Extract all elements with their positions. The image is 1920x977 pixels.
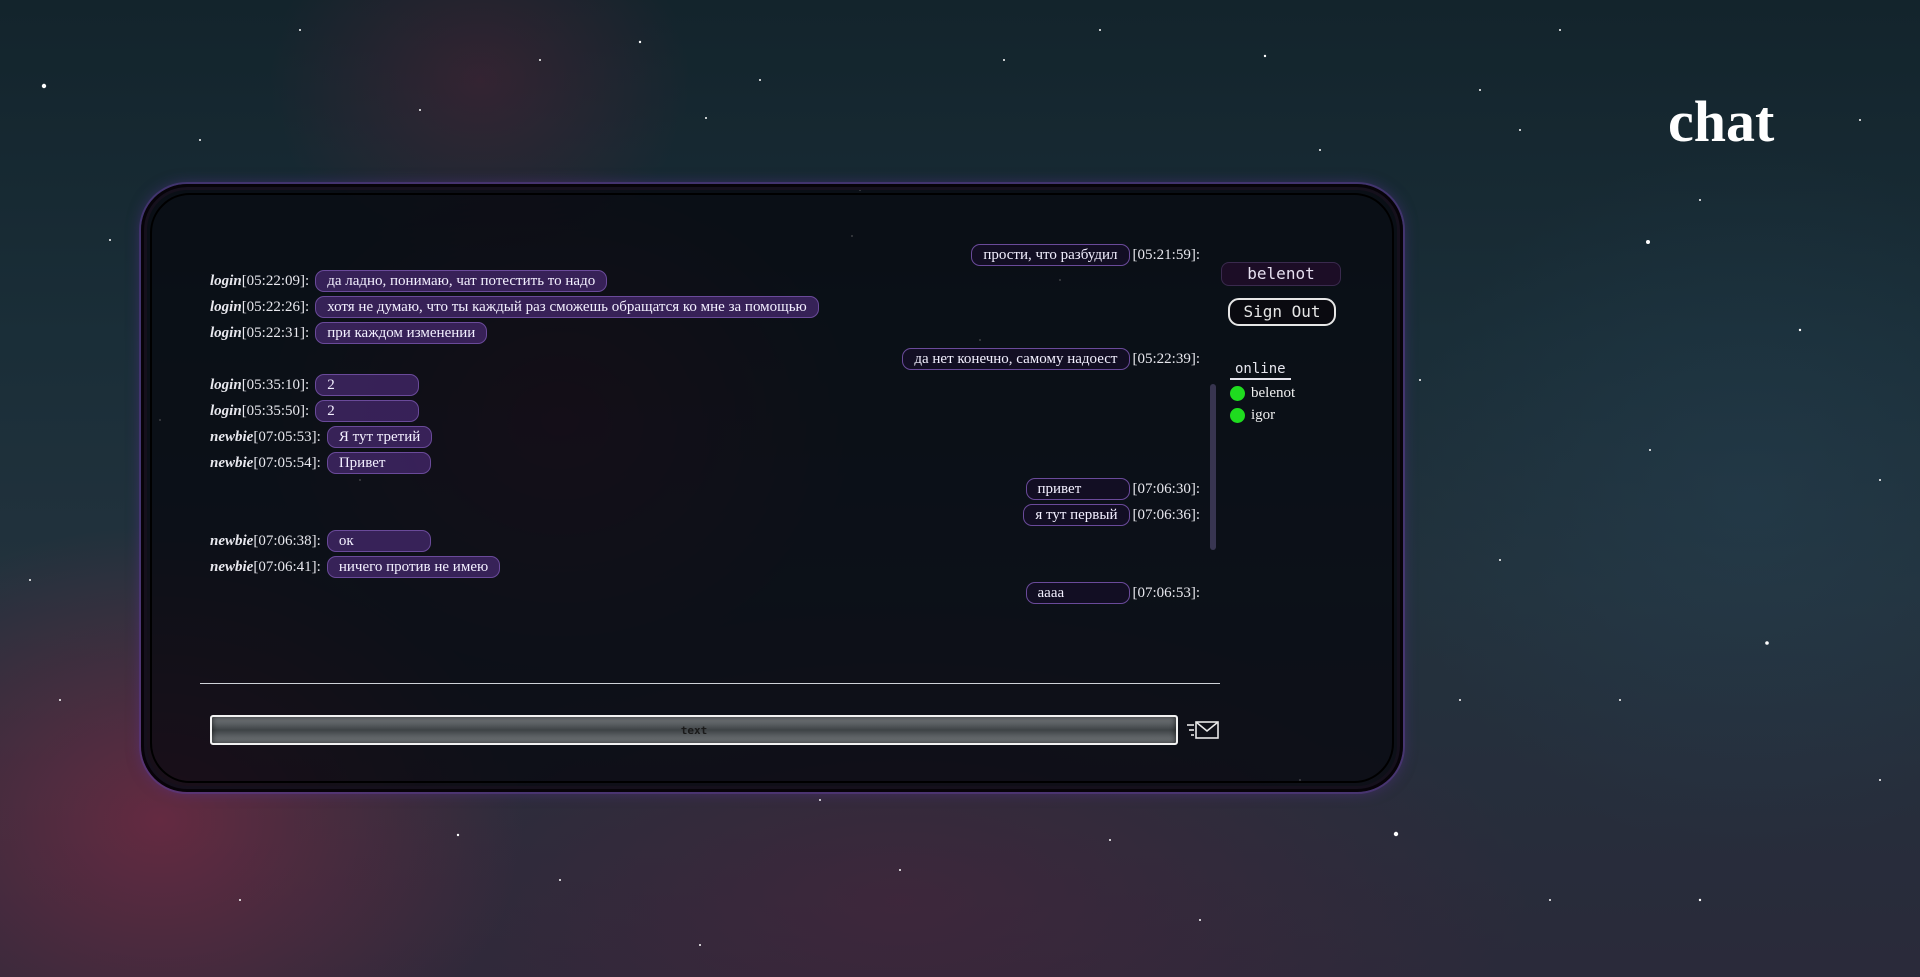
message-bubble: Привет (326, 452, 431, 474)
online-user: belenot (1230, 385, 1340, 402)
message-time: [05:22:09]: (241, 272, 310, 289)
message-bubble: я тут первый (1023, 504, 1130, 526)
online-user-name: belenot (1251, 385, 1296, 401)
message-row: login [05:35:10]: 2 (210, 374, 420, 396)
message-bubble: ничего против не имею (326, 556, 501, 578)
message-bubble: прости, что разбудил (971, 244, 1130, 266)
online-users-panel: online belenot igor (1230, 360, 1340, 424)
message-author: newbie (210, 558, 254, 575)
message-bubble: ок (326, 530, 431, 552)
current-user-badge: belenot (1221, 262, 1341, 286)
message-author: login (210, 324, 242, 341)
message-author: login (210, 402, 242, 419)
message-time: [05:35:50]: (241, 402, 310, 419)
message-author: login (210, 272, 242, 289)
message-row: newbie [07:06:38]: ок (210, 530, 431, 552)
message-time: [07:06:38]: (253, 532, 321, 549)
message-bubble: при каждом изменении (315, 322, 488, 344)
page-title: chat (1668, 89, 1775, 154)
message-bubble: аааа (1025, 582, 1130, 604)
message-time: [07:06:36]: (1132, 506, 1201, 523)
message-bubble: 2 (315, 400, 420, 422)
message-bubble: хотя не думаю, что ты каждый раз сможешь… (315, 296, 819, 318)
message-time: [07:06:30]: (1132, 480, 1201, 497)
divider (200, 683, 1220, 684)
message-time: [05:22:26]: (241, 298, 310, 315)
message-row: login [05:22:26]: хотя не думаю, что ты ка… (210, 296, 819, 318)
message-row: аааа [07:06:53]: (1025, 582, 1201, 604)
online-user: igor (1230, 407, 1340, 424)
message-row: привет [07:06:30]: (1025, 478, 1201, 500)
message-author: login (210, 298, 242, 315)
online-status-dot-icon (1230, 408, 1245, 423)
send-button[interactable] (1186, 716, 1222, 746)
message-time: [07:05:54]: (253, 454, 321, 471)
sign-out-button[interactable]: Sign Out (1228, 298, 1336, 326)
message-time: [07:05:53]: (253, 428, 321, 445)
online-title: online (1230, 361, 1291, 380)
message-time: [05:35:10]: (241, 376, 310, 393)
message-author: newbie (210, 532, 254, 549)
message-bubble: 2 (315, 374, 420, 396)
message-row: login [05:35:50]: 2 (210, 400, 420, 422)
online-status-dot-icon (1230, 386, 1245, 401)
message-time: [05:22:31]: (241, 324, 310, 341)
message-row: я тут первый [07:06:36]: (1023, 504, 1200, 526)
message-bubble: да ладно, понимаю, чат потестить то надо (315, 270, 608, 292)
message-list[interactable]: прости, что разбудил [05:21:59]: login [05:… (200, 238, 1200, 683)
message-row: login [05:22:09]: да ладно, понимаю, чат п… (210, 270, 608, 292)
message-bubble: привет (1025, 478, 1130, 500)
message-row: newbie [07:05:54]: Привет (210, 452, 431, 474)
message-author: newbie (210, 454, 254, 471)
message-time: [07:06:53]: (1132, 584, 1201, 601)
message-bubble: Я тут третий (326, 426, 433, 448)
message-time: [05:21:59]: (1132, 246, 1201, 263)
message-time: [05:22:39]: (1132, 350, 1201, 367)
message-row: да нет конечно, самому надоест [05:22:39]… (902, 348, 1200, 370)
message-author: newbie (210, 428, 254, 445)
message-time: [07:06:41]: (253, 558, 321, 575)
message-author: login (210, 376, 242, 393)
message-row: login [05:22:31]: при каждом изменении (210, 322, 488, 344)
online-user-name: igor (1251, 407, 1276, 423)
message-bubble: да нет конечно, самому надоест (902, 348, 1130, 370)
message-scrollbar[interactable] (1210, 384, 1216, 550)
message-row: прости, что разбудил [05:21:59]: (971, 244, 1200, 266)
message-row: newbie [07:06:41]: ничего против не имею (210, 556, 501, 578)
message-row: newbie [07:05:53]: Я тут третий (210, 426, 433, 448)
envelope-send-icon (1187, 721, 1219, 739)
message-input[interactable] (210, 715, 1178, 745)
